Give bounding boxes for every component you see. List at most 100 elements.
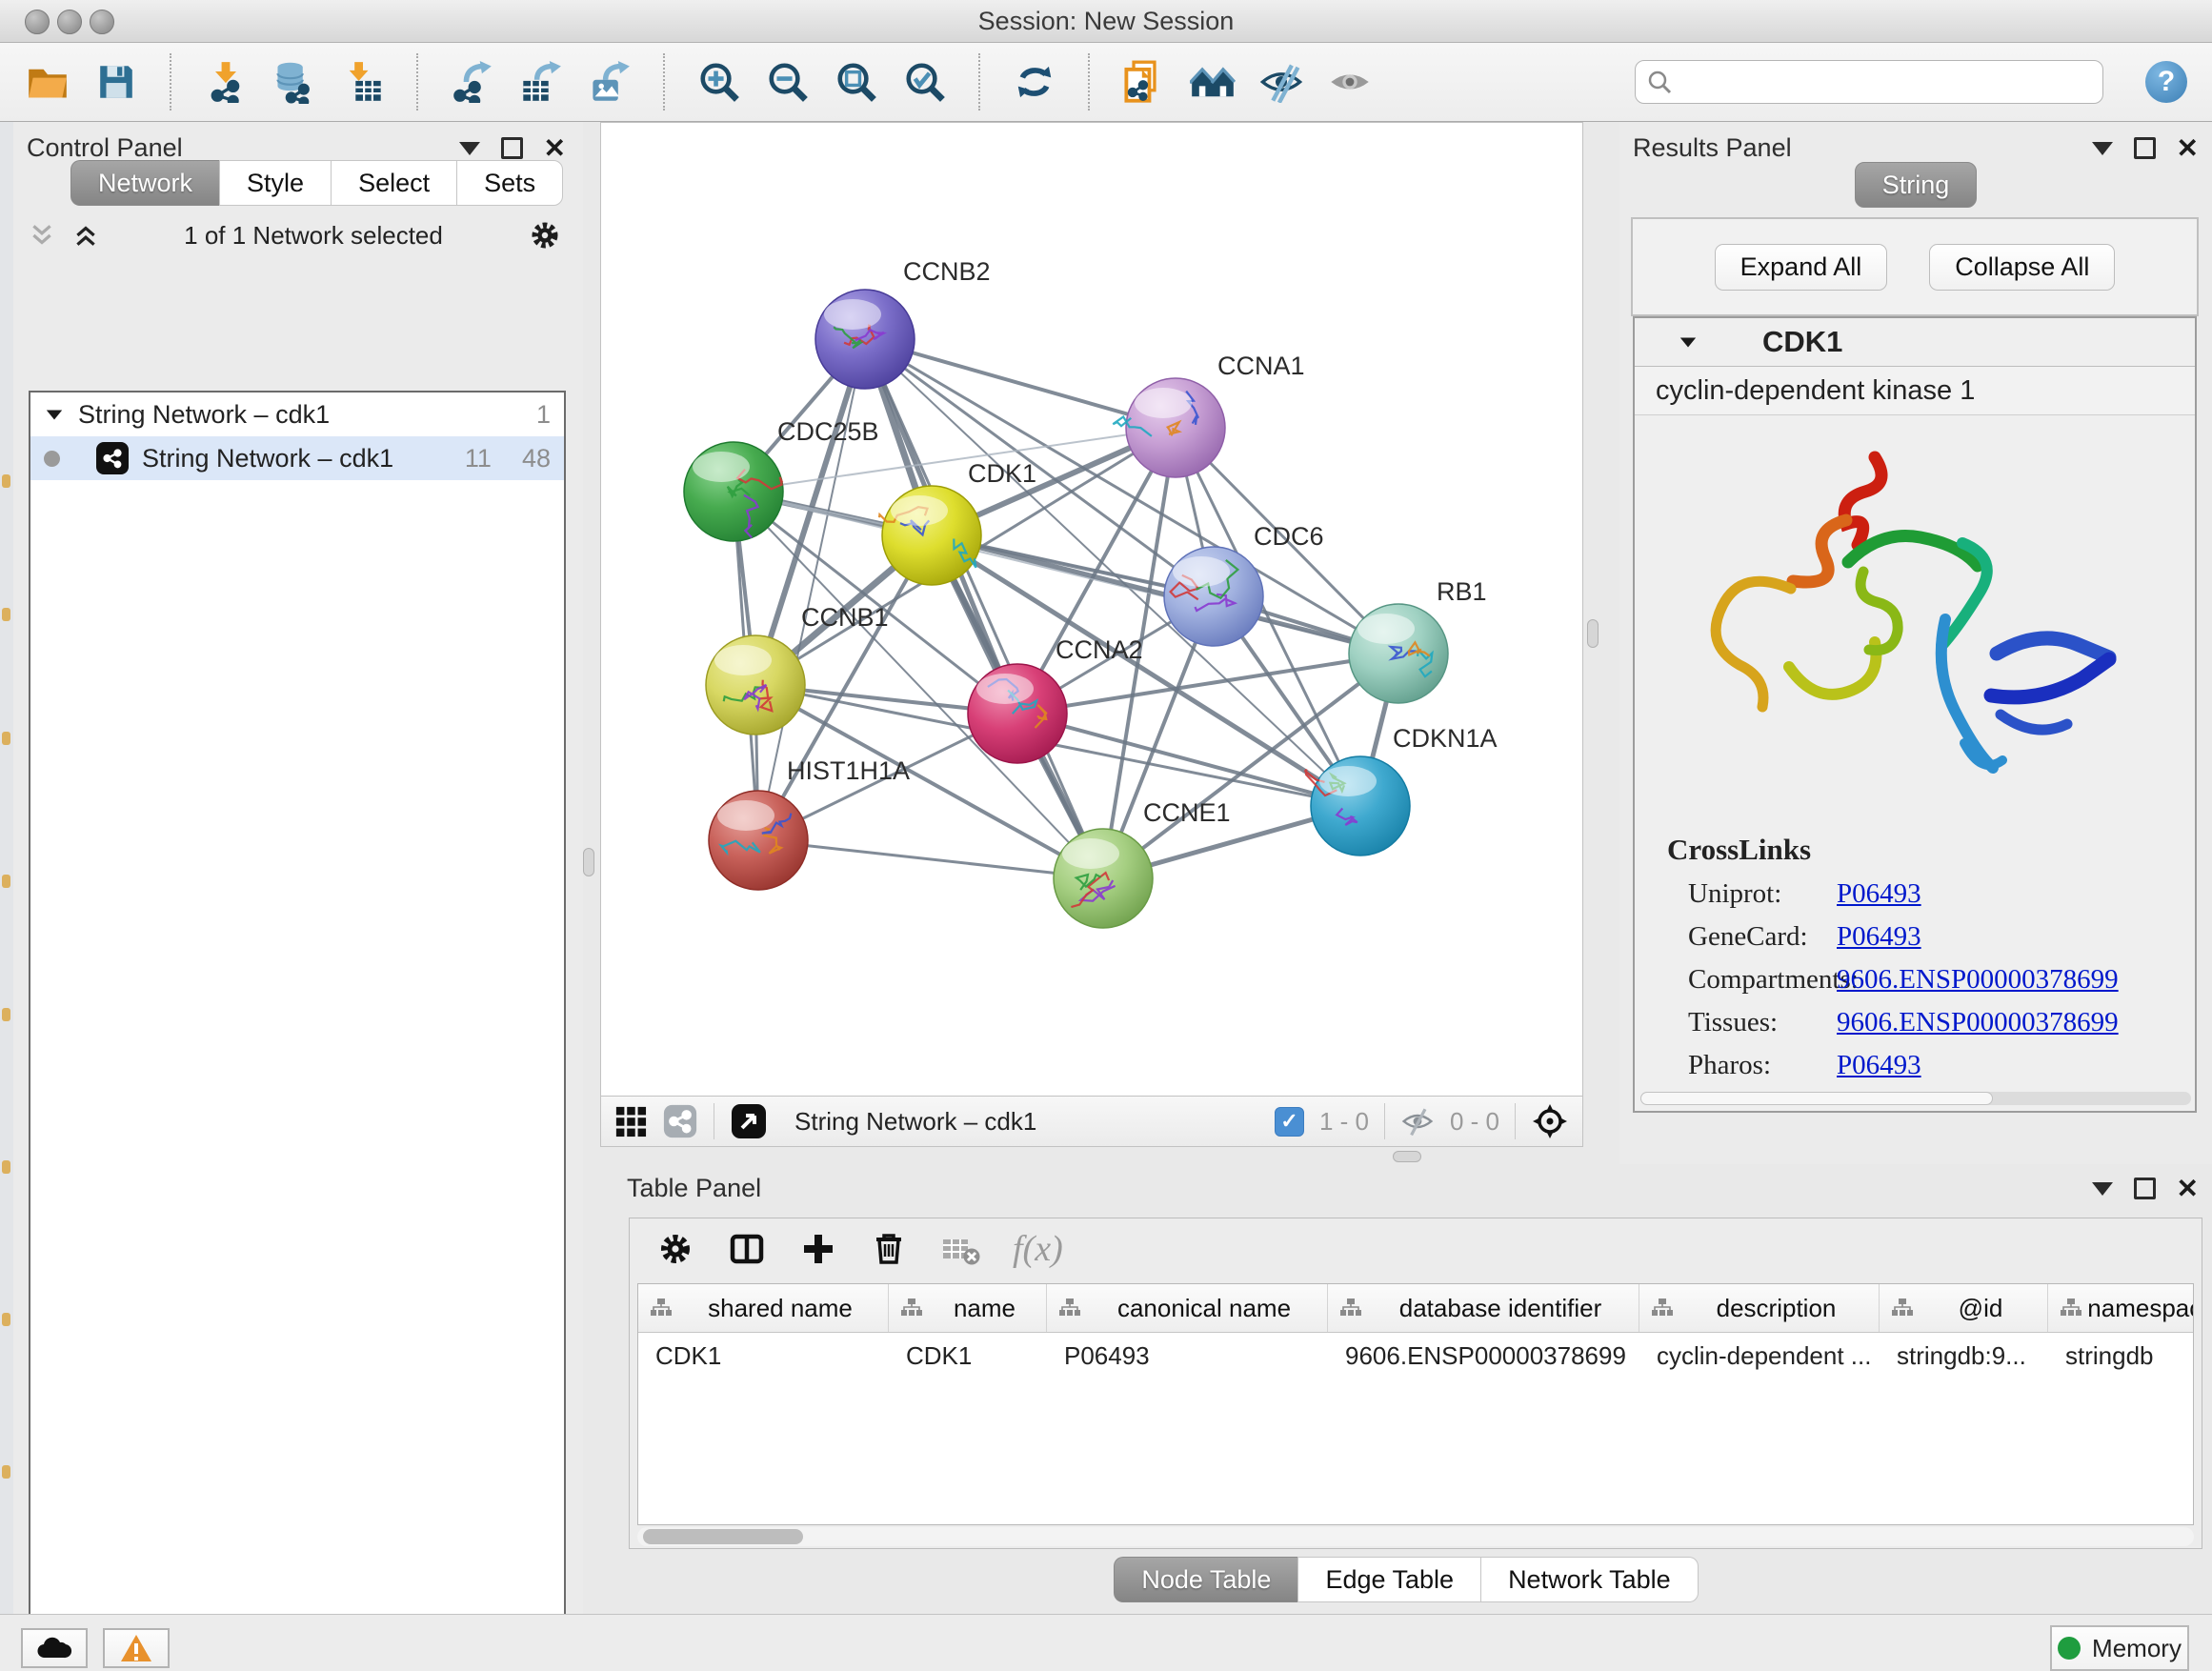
tab-string[interactable]: String [1855,162,1978,208]
tab-select[interactable]: Select [331,160,456,206]
column-header-description[interactable]: description [1639,1284,1880,1332]
column-header-namespace[interactable]: namespace [2048,1284,2194,1332]
panel-close-icon[interactable]: ✕ [2177,1176,2199,1202]
network-node-HIST1H1A[interactable]: HIST1H1A [709,756,910,890]
zoom-out-icon[interactable] [765,59,811,105]
vertical-splitter-handle[interactable] [583,848,594,876]
table-cell[interactable]: stringdb [2048,1341,2194,1371]
column-header-shared-name[interactable]: shared name [638,1284,889,1332]
panel-float-icon[interactable] [2134,1178,2156,1199]
disclosure-triangle-icon[interactable] [44,405,65,424]
selected-checkbox-icon[interactable]: ✓ [1275,1107,1304,1137]
tab-sets[interactable]: Sets [456,160,563,206]
network-edge-CCNA2-CDKN1A[interactable] [1017,714,1360,806]
crosslink-link[interactable]: 9606.ENSP00000378699 [1837,1007,2119,1038]
add-column-icon[interactable] [799,1230,837,1268]
network-node-CCNB1[interactable]: CCNB1 [706,603,889,735]
tab-network[interactable]: Network [70,160,219,206]
eye-hide-icon[interactable] [1258,59,1304,105]
horizontal-splitter-handle[interactable] [1393,1151,1421,1162]
network-edge-HIST1H1A-CCNE1[interactable] [758,840,1103,878]
help-icon[interactable]: ? [2145,61,2187,103]
string-document-icon[interactable] [1121,59,1167,105]
crosslink-link[interactable]: P06493 [1837,878,1921,910]
memory-status-icon [2058,1637,2081,1660]
table-tabs: Node TableEdge TableNetwork Table [600,1557,2212,1602]
gear-icon[interactable] [656,1230,694,1268]
network-row[interactable]: String Network – cdk1 11 48 [30,436,564,480]
crosshair-icon[interactable] [1531,1102,1569,1140]
hidden-eye-icon[interactable] [1400,1106,1435,1137]
eye-icon[interactable] [1327,59,1373,105]
protein-name: CDK1 [1762,325,1842,359]
homes-icon[interactable] [1190,59,1236,105]
zoom-selected-icon[interactable] [902,59,948,105]
crosslink-link[interactable]: P06493 [1837,921,1921,953]
import-network-icon[interactable] [203,59,249,105]
column-header-canonical-name[interactable]: canonical name [1047,1284,1328,1332]
network-edge-CCNB2-CCNE1[interactable] [865,339,1103,878]
disclosure-triangle-icon[interactable] [1677,332,1699,352]
column-header-database-identifier[interactable]: database identifier [1328,1284,1639,1332]
share-view-icon[interactable] [662,1103,698,1139]
collapse-all-rows-icon[interactable] [72,222,99,249]
open-folder-icon[interactable] [25,59,70,105]
network-canvas[interactable]: CCNB2CCNA1CDC25BCDK1CDC6RB1CCNB1CCNA2CDK… [600,122,1583,1096]
cloud-button[interactable] [21,1628,88,1668]
gear-icon[interactable] [528,218,562,252]
delete-table-icon[interactable] [940,1232,980,1266]
network-node-CDK1[interactable]: CDK1 [879,459,1036,585]
panel-menu-icon[interactable] [459,142,480,155]
zoom-fit-icon[interactable] [834,59,879,105]
tab-node-table[interactable]: Node Table [1114,1557,1297,1602]
birds-eye-icon[interactable] [730,1102,768,1140]
refresh-icon[interactable] [1012,59,1057,105]
table-cell[interactable]: cyclin-dependent ... [1639,1341,1880,1371]
export-network-icon[interactable] [450,59,495,105]
export-image-icon[interactable] [587,59,633,105]
crosslink-link[interactable]: P06493 [1837,1050,1921,1081]
network-node-CCNE1[interactable]: CCNE1 [1054,798,1231,928]
tab-network-table[interactable]: Network Table [1480,1557,1699,1602]
export-table-icon[interactable] [518,59,564,105]
column-header-@id[interactable]: @id [1880,1284,2048,1332]
collapse-all-button[interactable]: Collapse All [1929,244,2115,291]
panel-menu-icon[interactable] [2092,1182,2113,1196]
table-cell[interactable]: P06493 [1047,1341,1328,1371]
panel-float-icon[interactable] [2134,137,2156,159]
warning-button[interactable] [103,1628,170,1668]
import-table-icon[interactable] [340,59,386,105]
table-cell[interactable]: 9606.ENSP00000378699 [1328,1341,1639,1371]
tab-edge-table[interactable]: Edge Table [1297,1557,1480,1602]
delete-column-icon[interactable] [870,1230,908,1268]
import-database-icon[interactable] [271,59,317,105]
function-builder-icon[interactable]: f(x) [1013,1228,1063,1270]
network-node-CCNA1[interactable]: CCNA1 [1113,352,1304,477]
tab-style[interactable]: Style [219,160,331,206]
zoom-in-icon[interactable] [696,59,742,105]
crosslink-link[interactable]: 9606.ENSP00000378699 [1837,964,2119,996]
panel-close-icon[interactable]: ✕ [2177,135,2199,162]
panel-menu-icon[interactable] [2092,142,2113,155]
network-node-CDC25B[interactable]: CDC25B [684,417,879,541]
vertical-splitter-handle[interactable] [1587,619,1599,648]
memory-button[interactable]: Memory [2050,1625,2189,1671]
table-cell[interactable]: stringdb:9... [1880,1341,2048,1371]
panel-close-icon[interactable]: ✕ [544,135,566,162]
expand-all-button[interactable]: Expand All [1715,244,1888,291]
table-cell[interactable]: CDK1 [638,1341,889,1371]
table-row[interactable]: CDK1CDK1P064939606.ENSP00000378699cyclin… [638,1333,2193,1379]
table-hscrollbar[interactable] [637,1527,2194,1546]
network-collection-row[interactable]: String Network – cdk1 1 [30,393,564,436]
table-cell[interactable]: CDK1 [889,1341,1047,1371]
toggle-columns-icon[interactable] [727,1230,767,1268]
network-node-RB1[interactable]: RB1 [1349,577,1487,703]
expand-all-rows-icon[interactable] [29,222,55,249]
results-hscrollbar[interactable] [1640,1092,2191,1105]
grid-view-icon[interactable] [614,1105,647,1137]
save-icon[interactable] [93,59,139,105]
search-input[interactable] [1679,68,2091,97]
column-header-name[interactable]: name [889,1284,1047,1332]
network-node-CDKN1A[interactable]: CDKN1A [1305,724,1497,856]
panel-float-icon[interactable] [501,137,523,159]
